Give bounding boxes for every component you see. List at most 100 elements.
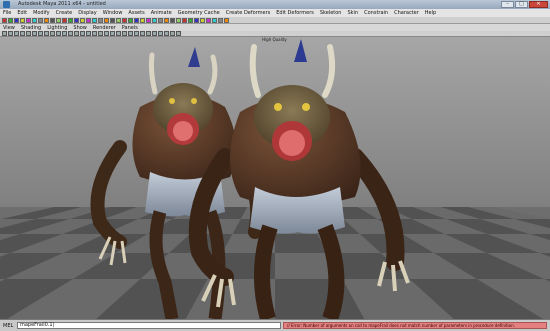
close-button[interactable]: ✕ [529, 1, 548, 8]
menu-edit-deformers[interactable]: Edit Deformers [276, 9, 314, 17]
status-line-tool-icon[interactable] [50, 18, 55, 23]
panel-tool-icon[interactable] [86, 31, 91, 36]
status-line-tool-icon[interactable] [134, 18, 139, 23]
minimize-button[interactable]: – [501, 1, 514, 8]
perspective-viewport[interactable]: High Quality [0, 37, 550, 319]
panel-tool-icon[interactable] [170, 31, 175, 36]
panel-tool-icon[interactable] [74, 31, 79, 36]
status-line-tool-icon[interactable] [44, 18, 49, 23]
panel-tool-icon[interactable] [56, 31, 61, 36]
status-line-tool-icon[interactable] [122, 18, 127, 23]
mel-language-toggle[interactable]: MEL [3, 322, 13, 330]
panel-tool-icon[interactable] [26, 31, 31, 36]
panel-tool-icon[interactable] [44, 31, 49, 36]
status-line-tool-icon[interactable] [140, 18, 145, 23]
panel-tool-icon[interactable] [80, 31, 85, 36]
status-line-tool-icon[interactable] [98, 18, 103, 23]
status-line-tool-icon[interactable] [92, 18, 97, 23]
panel-tool-icon[interactable] [92, 31, 97, 36]
command-input-field[interactable]: mapeFrail0.1| [17, 322, 281, 329]
status-line-tool-icon[interactable] [176, 18, 181, 23]
status-line-tool-icon[interactable] [110, 18, 115, 23]
status-line-tool-icon[interactable] [158, 18, 163, 23]
maya-app-icon [3, 1, 10, 8]
status-line-tool-icon[interactable] [218, 18, 223, 23]
status-line-tool-icon[interactable] [104, 18, 109, 23]
menu-edit[interactable]: Edit [17, 9, 27, 17]
panel-tool-icon[interactable] [110, 31, 115, 36]
status-line-tool-icon[interactable] [164, 18, 169, 23]
title-bar: Autodesk Maya 2011 x64 - untitled – □ ✕ [0, 0, 550, 9]
panel-tool-icon[interactable] [38, 31, 43, 36]
status-line-tool-icon[interactable] [194, 18, 199, 23]
panel-menu-lighting[interactable]: Lighting [47, 25, 67, 31]
menu-skin[interactable]: Skin [347, 9, 358, 17]
status-line-tool-icon[interactable] [146, 18, 151, 23]
menu-file[interactable]: File [3, 9, 11, 17]
panel-tool-icon[interactable] [164, 31, 169, 36]
status-line-tool-icon[interactable] [68, 18, 73, 23]
menu-constrain[interactable]: Constrain [364, 9, 388, 17]
panel-tool-icon[interactable] [14, 31, 19, 36]
panel-menu-renderer[interactable]: Renderer [93, 25, 116, 31]
panel-menu-view[interactable]: View [3, 25, 15, 31]
status-line-tool-icon[interactable] [86, 18, 91, 23]
menu-create-deformers[interactable]: Create Deformers [226, 9, 271, 17]
status-line-tool-icon[interactable] [56, 18, 61, 23]
menu-animate[interactable]: Animate [151, 9, 172, 17]
status-line-tool-icon[interactable] [212, 18, 217, 23]
panel-tool-icon[interactable] [32, 31, 37, 36]
panel-tool-icon[interactable] [116, 31, 121, 36]
panel-tool-icon[interactable] [152, 31, 157, 36]
panel-tool-icon[interactable] [158, 31, 163, 36]
panel-tool-icon[interactable] [146, 31, 151, 36]
status-line-tool-icon[interactable] [26, 18, 31, 23]
status-line-tool-icon[interactable] [38, 18, 43, 23]
panel-menu-shading[interactable]: Shading [21, 25, 41, 31]
status-line-tool-icon[interactable] [20, 18, 25, 23]
panel-tool-icon[interactable] [140, 31, 145, 36]
status-line-tool-icon[interactable] [188, 18, 193, 23]
status-line-tool-icon[interactable] [2, 18, 7, 23]
status-line-tool-icon[interactable] [182, 18, 187, 23]
status-line-tool-icon[interactable] [128, 18, 133, 23]
panel-tool-icon[interactable] [98, 31, 103, 36]
status-line-tool-icon[interactable] [14, 18, 19, 23]
menu-display[interactable]: Display [78, 9, 96, 17]
status-line-tool-icon[interactable] [170, 18, 175, 23]
panel-tool-icon[interactable] [122, 31, 127, 36]
menu-modify[interactable]: Modify [33, 9, 50, 17]
menu-geometry-cache[interactable]: Geometry Cache [178, 9, 220, 17]
panel-tool-icon[interactable] [62, 31, 67, 36]
status-line-tool-icon[interactable] [8, 18, 13, 23]
status-line-tool-icon[interactable] [74, 18, 79, 23]
status-line-tool-icon[interactable] [200, 18, 205, 23]
menu-create[interactable]: Create [56, 9, 73, 17]
panel-tool-icon[interactable] [68, 31, 73, 36]
maximize-button[interactable]: □ [515, 1, 528, 8]
panel-tool-icon[interactable] [128, 31, 133, 36]
panel-tool-icon[interactable] [176, 31, 181, 36]
panel-menu-panels[interactable]: Panels [122, 25, 138, 31]
panel-tool-icon[interactable] [50, 31, 55, 36]
panel-menu-show[interactable]: Show [73, 25, 87, 31]
panel-tool-icon[interactable] [2, 31, 7, 36]
panel-tool-icon[interactable] [8, 31, 13, 36]
viewport-scene [0, 37, 550, 319]
status-line-tool-icon[interactable] [206, 18, 211, 23]
menu-character[interactable]: Character [394, 9, 419, 17]
panel-tool-icon[interactable] [20, 31, 25, 36]
status-line-tool-icon[interactable] [80, 18, 85, 23]
status-line-tool-icon[interactable] [32, 18, 37, 23]
panel-tool-icon[interactable] [134, 31, 139, 36]
status-line-tool-icon[interactable] [116, 18, 121, 23]
menu-assets[interactable]: Assets [128, 9, 144, 17]
panel-toolbar-icons [2, 31, 181, 36]
status-line-tool-icon[interactable] [224, 18, 229, 23]
status-line-tool-icon[interactable] [152, 18, 157, 23]
panel-tool-icon[interactable] [104, 31, 109, 36]
menu-help[interactable]: Help [425, 9, 436, 17]
status-line-tool-icon[interactable] [62, 18, 67, 23]
menu-window[interactable]: Window [103, 9, 123, 17]
menu-skeleton[interactable]: Skeleton [320, 9, 342, 17]
